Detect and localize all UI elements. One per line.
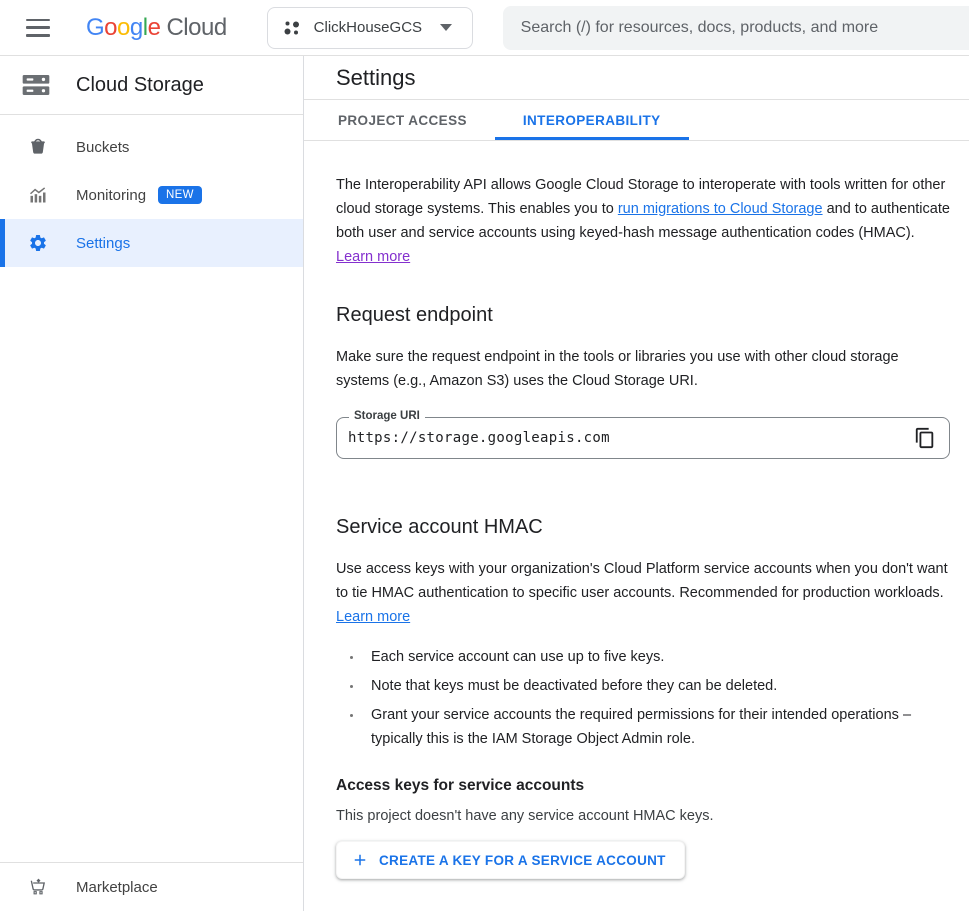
access-keys-heading: Access keys for service accounts (336, 777, 937, 795)
bullet-item: Each service account can use up to five … (363, 645, 936, 669)
chevron-down-icon (440, 24, 452, 31)
plus-icon (351, 851, 369, 869)
sidebar-item-label: Marketplace (76, 879, 158, 896)
project-selector-button[interactable]: ClickHouseGCS (267, 7, 473, 49)
logo-letter: o (117, 14, 130, 41)
intro-paragraph: The Interoperability API allows Google C… (336, 173, 950, 269)
search-input[interactable] (503, 6, 969, 50)
intro-learn-more-link[interactable]: Learn more (336, 249, 410, 265)
tab-project-access[interactable]: PROJECT ACCESS (310, 100, 495, 140)
run-migrations-link[interactable]: run migrations to Cloud Storage (618, 201, 823, 217)
monitoring-chart-icon (28, 185, 48, 205)
product-header: Cloud Storage (0, 56, 303, 115)
sidebar-item-monitoring[interactable]: Monitoring NEW (0, 171, 303, 219)
menu-hamburger-icon[interactable] (26, 19, 50, 37)
tab-interoperability[interactable]: INTEROPERABILITY (495, 100, 689, 140)
logo-letter: o (104, 14, 117, 41)
storage-uri-field: Storage URI (336, 417, 950, 459)
gear-icon (28, 233, 48, 253)
product-title: Cloud Storage (76, 74, 204, 97)
service-account-hmac-paragraph: Use access keys with your organization's… (336, 557, 950, 629)
storage-uri-label: Storage URI (349, 410, 425, 422)
create-key-button-label: CREATE A KEY FOR A SERVICE ACCOUNT (379, 853, 666, 868)
hmac-text: Use access keys with your organization's… (336, 561, 948, 601)
hmac-learn-more-link[interactable]: Learn more (336, 609, 410, 625)
sidebar-item-marketplace[interactable]: Marketplace (0, 863, 303, 911)
copy-button[interactable] (913, 426, 937, 450)
google-cloud-logo[interactable]: GoogleCloud (86, 14, 227, 42)
new-badge: NEW (158, 186, 202, 204)
service-account-hmac-heading: Service account HMAC (336, 513, 937, 541)
sidebar-item-label: Monitoring (76, 187, 146, 204)
project-name: ClickHouseGCS (314, 19, 422, 36)
cloud-storage-icon (20, 69, 52, 101)
bucket-icon (28, 137, 48, 157)
logo-cloud-text: Cloud (166, 14, 226, 41)
main-panel: Settings PROJECT ACCESS INTEROPERABILITY… (304, 56, 969, 911)
sidebar-nav: Buckets Monitoring NEW (0, 115, 303, 267)
sidebar: Cloud Storage Buckets (0, 56, 304, 911)
logo-letter: e (148, 14, 161, 41)
storage-uri-value[interactable] (348, 430, 913, 446)
request-endpoint-heading: Request endpoint (336, 301, 937, 329)
bullet-item: Note that keys must be deactivated befor… (363, 674, 936, 698)
sidebar-item-buckets[interactable]: Buckets (0, 123, 303, 171)
tab-bar: PROJECT ACCESS INTEROPERABILITY (304, 100, 969, 141)
sidebar-item-settings[interactable]: Settings (0, 219, 303, 267)
logo-letter: g (130, 14, 143, 41)
request-endpoint-paragraph: Make sure the request endpoint in the to… (336, 345, 950, 393)
sidebar-footer: Marketplace (0, 862, 303, 911)
main-header: Settings (304, 56, 969, 100)
sidebar-item-label: Settings (76, 235, 130, 252)
search-bar (503, 6, 969, 50)
sidebar-item-label: Buckets (76, 139, 129, 156)
tab-content: The Interoperability API allows Google C… (304, 141, 969, 911)
access-keys-status: This project doesn't have any service ac… (336, 805, 937, 827)
bullet-item: Grant your service accounts the required… (363, 703, 936, 751)
hmac-bullet-list: Each service account can use up to five … (336, 645, 936, 751)
copy-icon (914, 427, 936, 449)
page-title: Settings (336, 65, 416, 91)
project-dots-icon (282, 18, 302, 38)
marketplace-cart-icon (28, 877, 48, 897)
create-key-button[interactable]: CREATE A KEY FOR A SERVICE ACCOUNT (336, 841, 685, 879)
logo-letter: G (86, 14, 104, 41)
top-bar: GoogleCloud ClickHouseGCS (0, 0, 969, 56)
